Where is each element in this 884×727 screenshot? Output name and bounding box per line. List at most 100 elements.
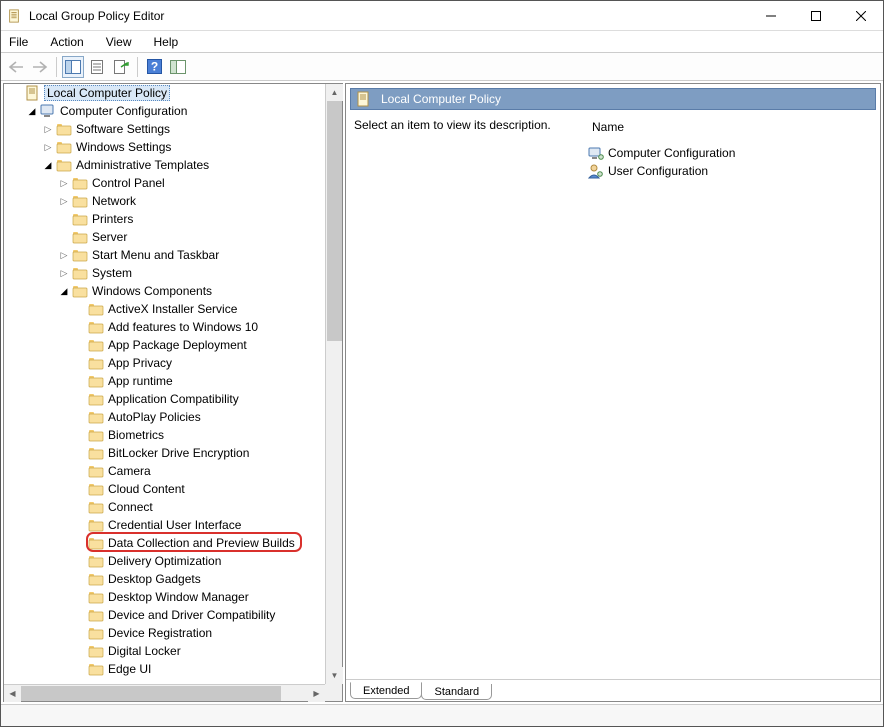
tree-node[interactable]: Credential User Interface (4, 516, 342, 534)
expander-icon[interactable]: ◢ (56, 283, 72, 299)
tree-node[interactable]: ▷Start Menu and Taskbar (4, 246, 342, 264)
expander-spacer (72, 607, 88, 623)
tab-extended[interactable]: Extended (350, 682, 422, 699)
list-item[interactable]: User Configuration (588, 162, 872, 180)
vscroll-thumb[interactable] (327, 101, 342, 341)
folder-icon (88, 517, 104, 533)
tree-node[interactable]: Cloud Content (4, 480, 342, 498)
tree-node[interactable]: Device Registration (4, 624, 342, 642)
tree-node[interactable]: ActiveX Installer Service (4, 300, 342, 318)
menu-action[interactable]: Action (46, 33, 87, 51)
hscroll-track[interactable] (281, 685, 308, 701)
folder-icon (72, 211, 88, 227)
expander-spacer (72, 337, 88, 353)
vscroll-down[interactable]: ▼ (326, 667, 343, 684)
tree-node-label: Printers (92, 212, 133, 226)
tree-node[interactable]: Device and Driver Compatibility (4, 606, 342, 624)
tab-standard[interactable]: Standard (421, 684, 492, 700)
tree-node[interactable]: App runtime (4, 372, 342, 390)
tree-node[interactable]: ◢Administrative Templates (4, 156, 342, 174)
expander-icon[interactable]: ▷ (56, 193, 72, 209)
showhide-tree-button[interactable] (62, 56, 84, 78)
expander-spacer (72, 427, 88, 443)
expander-spacer (72, 301, 88, 317)
tree-node[interactable]: Add features to Windows 10 (4, 318, 342, 336)
expander-spacer (72, 643, 88, 659)
list-item[interactable]: Computer Configuration (588, 144, 872, 162)
tree-node[interactable]: BitLocker Drive Encryption (4, 444, 342, 462)
detail-list: Name Computer Configuration User Configu… (588, 118, 872, 679)
tree-hscrollbar[interactable]: ◀ ▶ (4, 684, 325, 701)
tree-node[interactable]: App Package Deployment (4, 336, 342, 354)
tree-node[interactable]: Connect (4, 498, 342, 516)
hscroll-left[interactable]: ◀ (4, 685, 21, 702)
tree-node[interactable]: ▷Software Settings (4, 120, 342, 138)
close-button[interactable] (838, 1, 883, 30)
tree-node[interactable]: Delivery Optimization (4, 552, 342, 570)
expander-icon[interactable]: ▷ (56, 247, 72, 263)
tree-node[interactable]: Application Compatibility (4, 390, 342, 408)
tree-node-label: Control Panel (92, 176, 165, 190)
tree-node-label: ActiveX Installer Service (108, 302, 237, 316)
tree-node[interactable]: Local Computer Policy (4, 84, 342, 102)
column-header-name[interactable]: Name (588, 118, 872, 144)
vscroll-track[interactable] (326, 341, 342, 667)
list-item-label: User Configuration (608, 164, 708, 178)
export-button[interactable] (110, 56, 132, 78)
tree-node[interactable]: AutoPlay Policies (4, 408, 342, 426)
vscroll-up[interactable]: ▲ (326, 84, 343, 101)
tree-node[interactable]: Camera (4, 462, 342, 480)
tree-node[interactable]: Digital Locker (4, 642, 342, 660)
expander-spacer (72, 355, 88, 371)
expander-icon[interactable]: ▷ (40, 139, 56, 155)
expander-spacer (72, 409, 88, 425)
hscroll-right[interactable]: ▶ (308, 685, 325, 702)
minimize-button[interactable] (748, 1, 793, 30)
maximize-button[interactable] (793, 1, 838, 30)
filter-button[interactable] (167, 56, 189, 78)
menubar: File Action View Help (1, 31, 883, 53)
toolbar: ? (1, 53, 883, 81)
tree-node-label: Desktop Window Manager (108, 590, 249, 604)
tree-node[interactable]: ▷Network (4, 192, 342, 210)
expander-spacer (72, 463, 88, 479)
tree-node[interactable]: Edge UI (4, 660, 342, 678)
hscroll-thumb[interactable] (21, 686, 281, 701)
tree-node[interactable]: Server (4, 228, 342, 246)
tree-node[interactable]: Printers (4, 210, 342, 228)
folder-icon (88, 355, 104, 371)
expander-spacer (72, 445, 88, 461)
tree-node[interactable]: ▷ Control Panel (4, 174, 342, 192)
tree-node[interactable]: ◢Computer Configuration (4, 102, 342, 120)
tree-vscrollbar[interactable]: ▲ ▼ (325, 84, 342, 684)
tree-node-label: Add features to Windows 10 (108, 320, 258, 334)
tree-node[interactable]: ▷Windows Settings (4, 138, 342, 156)
menu-help[interactable]: Help (150, 33, 183, 51)
back-button[interactable] (5, 56, 27, 78)
titlebar[interactable]: Local Group Policy Editor (1, 1, 883, 31)
expander-icon[interactable]: ▷ (56, 175, 72, 191)
tree-node[interactable]: ◢Windows Components (4, 282, 342, 300)
detail-pane: Local Computer Policy Select an item to … (345, 83, 881, 702)
help-button[interactable]: ? (143, 56, 165, 78)
tree-node[interactable]: Data Collection and Preview Builds (4, 534, 342, 552)
menu-file[interactable]: File (5, 33, 32, 51)
forward-button[interactable] (29, 56, 51, 78)
tree-node[interactable]: Desktop Window Manager (4, 588, 342, 606)
folder-icon (88, 499, 104, 515)
tree-node-label: Data Collection and Preview Builds (108, 536, 295, 550)
tree-node[interactable]: Biometrics (4, 426, 342, 444)
expander-icon[interactable]: ◢ (24, 103, 40, 119)
expander-icon[interactable]: ▷ (56, 265, 72, 281)
expander-icon[interactable]: ▷ (40, 121, 56, 137)
tree-node[interactable]: App Privacy (4, 354, 342, 372)
folder-icon (88, 445, 104, 461)
user-icon (588, 163, 604, 179)
properties-button[interactable] (86, 56, 108, 78)
tree-node[interactable]: Desktop Gadgets (4, 570, 342, 588)
tree-node-label: Cloud Content (108, 482, 185, 496)
folder-icon (56, 121, 72, 137)
tree-node[interactable]: ▷System (4, 264, 342, 282)
expander-icon[interactable]: ◢ (40, 157, 56, 173)
menu-view[interactable]: View (102, 33, 136, 51)
